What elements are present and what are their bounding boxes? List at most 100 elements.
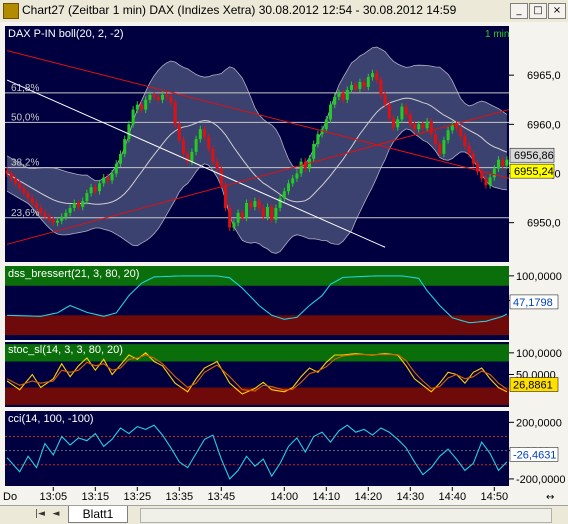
cci-title: cci(14, 100, -100) [8,413,94,425]
candle-body [492,168,496,178]
candle-body [295,173,299,179]
candle-body [198,129,202,140]
candle-body [228,207,232,228]
time-tick-label: 14:20 [355,491,383,503]
candle-body [375,73,379,81]
candle-body [144,99,148,110]
candle-body [215,161,219,169]
candle-body [135,104,139,110]
candle-body [119,153,122,164]
candle-body [253,201,257,207]
candle-body [341,92,345,100]
candle-body [72,203,76,208]
candle-body [224,185,227,208]
fib-label: 23,6% [11,208,39,219]
candle-body [282,191,286,199]
candle-body [442,140,446,154]
chart-area[interactable]: 61,8%50,0%38,2%23,6%DAX P-IN boll(20, 2,… [0,22,568,505]
candle-body [299,161,303,174]
candle-body [320,129,324,135]
candle-body [140,104,143,110]
time-tick-label: 14:10 [313,491,341,503]
price-badge-label: 6955,24 [514,166,554,178]
fib-label: 50,0% [11,112,39,123]
sheet-tab-blatt1[interactable]: Blatt1 [68,506,128,523]
candle-body [329,104,332,120]
candle-body [190,151,194,162]
candle-body [488,177,492,186]
candle-body [497,159,500,169]
candle-body [30,198,34,203]
candle-body [18,183,22,189]
candle-body [362,82,366,87]
time-tick-label: 14:00 [271,491,299,503]
candle-body [358,82,362,89]
candle-body [156,96,160,100]
candle-body [249,203,253,207]
close-button[interactable]: × [548,3,566,19]
candle-body [165,94,169,97]
candle-body [5,170,9,174]
candle-body [471,153,475,164]
candle-body [396,119,400,128]
candle-body [316,134,320,144]
candle-body [14,178,17,184]
candle-body [354,85,358,89]
candle-body [480,171,484,179]
zoom-arrows-icon: ↔ [546,492,554,503]
candle-body [287,183,290,192]
dss-value-label: 47,1798 [513,297,553,309]
candle-body [455,124,458,129]
candle-body [43,212,47,217]
first-sheet-button[interactable]: |◄ [34,508,46,520]
prev-sheet-button[interactable]: ◄ [50,508,62,520]
candle-body [85,193,89,202]
candle-body [245,203,248,218]
candle-body [413,124,416,130]
candle-body [270,206,274,220]
time-tick-label: 14:30 [397,491,425,503]
price-pane-title: DAX P-IN boll(20, 2, -2) [8,28,124,40]
horizontal-scrollbar[interactable] [140,508,552,523]
candle-body [173,102,177,125]
candle-body [39,207,43,213]
candle-body [211,148,215,162]
candle-body [127,124,131,140]
candle-body [383,94,387,105]
time-tick-label: 14:50 [481,491,509,503]
candle-body [404,106,408,115]
candle-body [131,109,135,125]
candle-body [106,177,110,181]
window-title: Chart27 (Zeitbar 1 min) DAX (Indizes Xet… [22,3,457,17]
candle-body [123,139,127,154]
time-tick-label: 13:25 [124,491,152,503]
candle-body [236,212,240,223]
fib-label: 38,2% [11,158,39,169]
time-tick-label: 14:40 [439,491,467,503]
candle-body [26,193,30,199]
candle-body [291,178,295,184]
candle-body [169,96,173,103]
candle-body [274,207,278,220]
candle-body [177,124,181,141]
minimize-button[interactable]: _ [510,3,528,19]
candle-body [194,139,198,152]
candle-body [421,124,425,129]
candle-body [89,187,93,194]
candle-body [312,144,316,159]
candle-body [429,121,433,135]
candle-body [98,183,101,192]
candle-body [459,128,463,137]
candle-body [501,159,505,166]
maximize-button[interactable]: □ [529,3,547,19]
candle-body [463,136,467,146]
candle-body [261,207,265,217]
candle-body [257,201,261,208]
sheet-tab-bar: |◄ ◄ Blatt1 [0,505,568,524]
timeframe-label: 1 min [485,29,509,40]
candle-body [266,206,269,217]
cci-tick-label: 200,0000 [516,417,562,429]
candle-body [345,89,349,100]
time-tick-label: Do [3,491,17,503]
candle-body [379,80,383,95]
